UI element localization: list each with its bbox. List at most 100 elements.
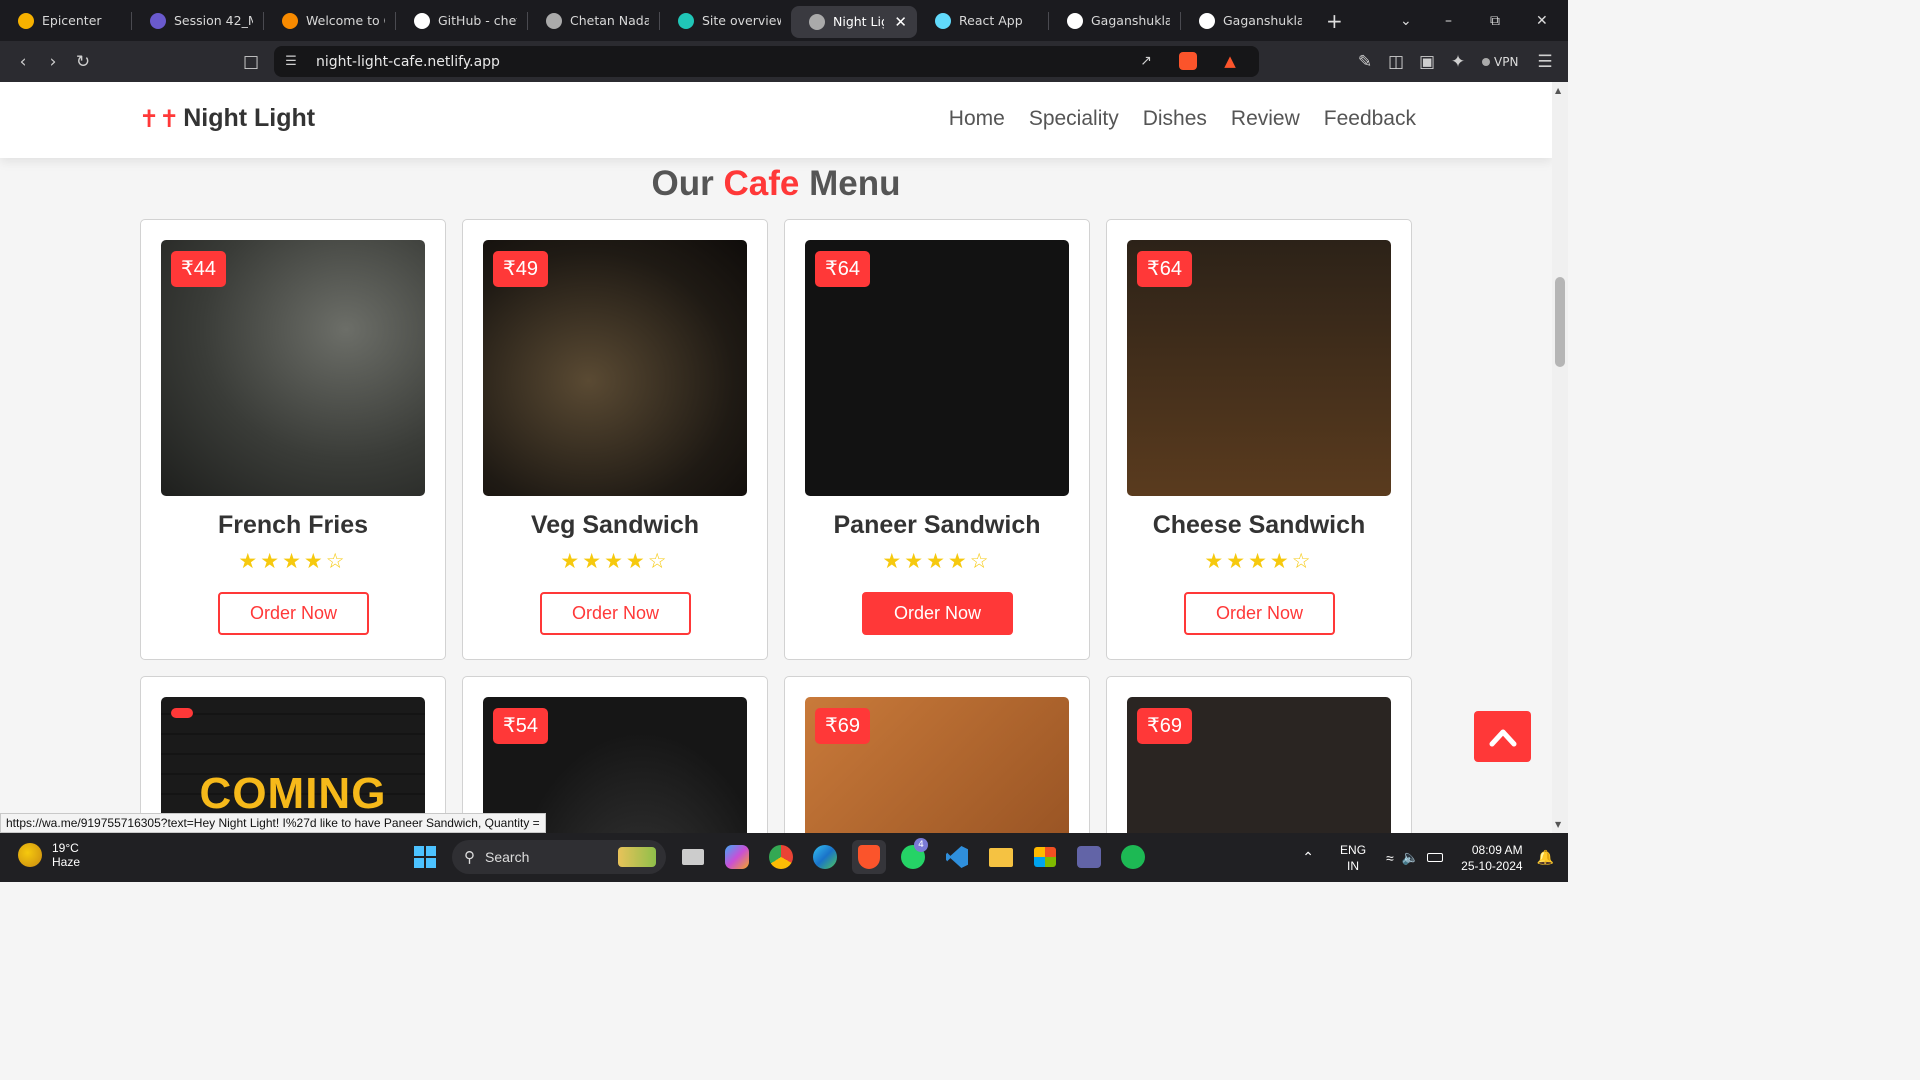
address-bar-actions: ↗ ▲	[1131, 52, 1245, 70]
file-explorer-button[interactable]	[984, 840, 1018, 874]
nav-link-feedback[interactable]: Feedback	[1324, 107, 1416, 131]
chevron-up-icon	[1489, 729, 1516, 746]
wifi-icon[interactable]: ≈	[1386, 850, 1394, 866]
address-bar[interactable]: ☰ night-light-cafe.netlify.app ↗ ▲	[274, 46, 1259, 77]
github-icon	[1067, 12, 1083, 29]
new-tab-icon[interactable]: +	[1326, 9, 1343, 33]
minimize-button[interactable]: –	[1445, 0, 1452, 41]
nav-link-dishes[interactable]: Dishes	[1143, 107, 1207, 131]
start-button[interactable]	[408, 840, 442, 874]
star-filled-icon: ★	[1248, 549, 1270, 573]
site-logo[interactable]: ✝✝ Night Light	[139, 104, 315, 133]
store-icon	[1034, 847, 1056, 867]
chrome-button[interactable]	[764, 840, 798, 874]
browser-tab[interactable]: React App	[917, 0, 1048, 41]
title-accent: Cafe	[723, 164, 800, 203]
dish-image: ₹64	[1127, 240, 1391, 496]
browser-tab[interactable]: Welcome to Co	[264, 0, 395, 41]
extensions-icon[interactable]: ✎	[1350, 52, 1380, 72]
restore-button[interactable]: ⧉	[1490, 0, 1500, 41]
vpn-button[interactable]: VPN	[1482, 55, 1518, 69]
tab-label: GitHub - cheta	[438, 13, 517, 28]
forward-icon[interactable]: ›	[38, 52, 68, 72]
tab-label: Site overview |	[702, 13, 781, 28]
scroll-up-arrow-icon[interactable]: ▲	[1555, 86, 1561, 95]
tab-label: Gaganshukla01	[1091, 13, 1170, 28]
spotify-button[interactable]	[1116, 840, 1150, 874]
star-rating: ★★★★☆	[463, 549, 767, 573]
browser-tab[interactable]: Chetan Nada's	[528, 0, 659, 41]
browser-tab[interactable]: Session 42_Mo	[132, 0, 263, 41]
github-icon	[1199, 12, 1215, 29]
sidebar-icon[interactable]: ◫	[1381, 52, 1411, 72]
netlify-icon	[678, 12, 694, 29]
volume-icon[interactable]: 🔈	[1402, 849, 1419, 866]
order-now-button[interactable]: Order Now	[862, 592, 1013, 635]
region-label: IN	[1347, 858, 1360, 873]
brave-icon	[858, 845, 880, 869]
task-view-button[interactable]	[676, 840, 710, 874]
page-viewport: ✝✝ Night Light Home Speciality Dishes Revie…	[0, 82, 1552, 833]
menu-icon[interactable]: ☰	[1530, 52, 1560, 72]
nav-link-review[interactable]: Review	[1231, 107, 1300, 131]
tab-search-chevron-icon[interactable]: ⌄	[1400, 0, 1412, 41]
menu-card: ₹44 French Fries ★★★★☆ Order Now	[140, 219, 446, 660]
section-title: Our Cafe Menu	[0, 164, 1552, 204]
browser-tab[interactable]: Gaganshukla01	[1049, 0, 1180, 41]
notification-bell-icon[interactable]: 🔔	[1537, 849, 1554, 866]
url-text[interactable]: night-light-cafe.netlify.app	[316, 54, 500, 70]
close-window-button[interactable]: ✕	[1536, 0, 1548, 41]
browser-tab[interactable]: GitHub - cheta	[396, 0, 527, 41]
brave-rewards-icon[interactable]: ▲	[1215, 52, 1245, 70]
share-icon[interactable]: ↗	[1131, 53, 1161, 69]
globe-icon	[809, 13, 825, 30]
tray-chevron-up-icon[interactable]: ⌃	[1302, 849, 1314, 866]
weather-widget[interactable]: 19°C Haze	[18, 841, 80, 869]
scroll-to-top-button[interactable]	[1474, 711, 1531, 762]
bookmark-icon[interactable]: □	[236, 52, 266, 72]
language-indicator[interactable]: ENG IN	[1340, 842, 1366, 874]
browser-tab[interactable]: Site overview |	[660, 0, 791, 41]
menu-card: ₹49 Veg Sandwich ★★★★☆ Order Now	[462, 219, 768, 660]
chrome-icon	[769, 845, 793, 869]
coming-soon-text: COMING	[199, 769, 387, 818]
session-icon	[150, 12, 166, 29]
scroll-down-arrow-icon[interactable]: ▼	[1555, 820, 1561, 829]
taskbar-search[interactable]: ⚲ Search	[452, 840, 666, 874]
browser-tab[interactable]: Epicenter	[0, 0, 131, 41]
edge-button[interactable]	[808, 840, 842, 874]
vscode-button[interactable]	[940, 840, 974, 874]
reload-icon[interactable]: ↻	[68, 52, 98, 72]
browser-tab[interactable]: Night Ligh ✕	[791, 5, 917, 38]
order-now-button[interactable]: Order Now	[540, 592, 691, 635]
store-button[interactable]	[1028, 840, 1062, 874]
brave-button[interactable]	[852, 840, 886, 874]
wallet-icon[interactable]: ▣	[1412, 52, 1442, 72]
menu-card: ₹54	[462, 676, 768, 833]
vpn-status-dot-icon	[1482, 57, 1490, 66]
scrollbar-thumb[interactable]	[1555, 277, 1565, 367]
copilot-button[interactable]	[720, 840, 754, 874]
back-icon[interactable]: ‹	[8, 52, 38, 72]
tab-label: Session 42_Mo	[174, 13, 253, 28]
star-filled-icon: ★	[904, 549, 927, 573]
battery-icon[interactable]	[1427, 853, 1444, 862]
teams-button[interactable]	[1072, 840, 1106, 874]
globe-icon	[546, 12, 562, 29]
teams-icon	[1077, 846, 1101, 868]
close-tab-icon[interactable]: ✕	[894, 13, 907, 31]
order-now-button[interactable]: Order Now	[218, 592, 369, 635]
site-settings-icon[interactable]: ☰	[276, 54, 306, 69]
price-badge: ₹64	[1137, 251, 1192, 287]
clock[interactable]: 08:09 AM 25-10-2024	[1461, 842, 1522, 874]
star-filled-icon: ★	[1204, 549, 1227, 573]
star-filled-icon: ★	[1269, 549, 1292, 573]
browser-tab[interactable]: Gaganshukla01	[1181, 0, 1312, 41]
nav-link-home[interactable]: Home	[949, 107, 1005, 131]
brave-shields-icon[interactable]	[1179, 52, 1197, 70]
page-scrollbar[interactable]: ▲ ▼	[1552, 82, 1568, 833]
leo-ai-icon[interactable]: ✦	[1443, 52, 1473, 72]
order-now-button[interactable]: Order Now	[1184, 592, 1335, 635]
nav-link-speciality[interactable]: Speciality	[1029, 107, 1119, 131]
whatsapp-button[interactable]: 4	[896, 838, 930, 874]
